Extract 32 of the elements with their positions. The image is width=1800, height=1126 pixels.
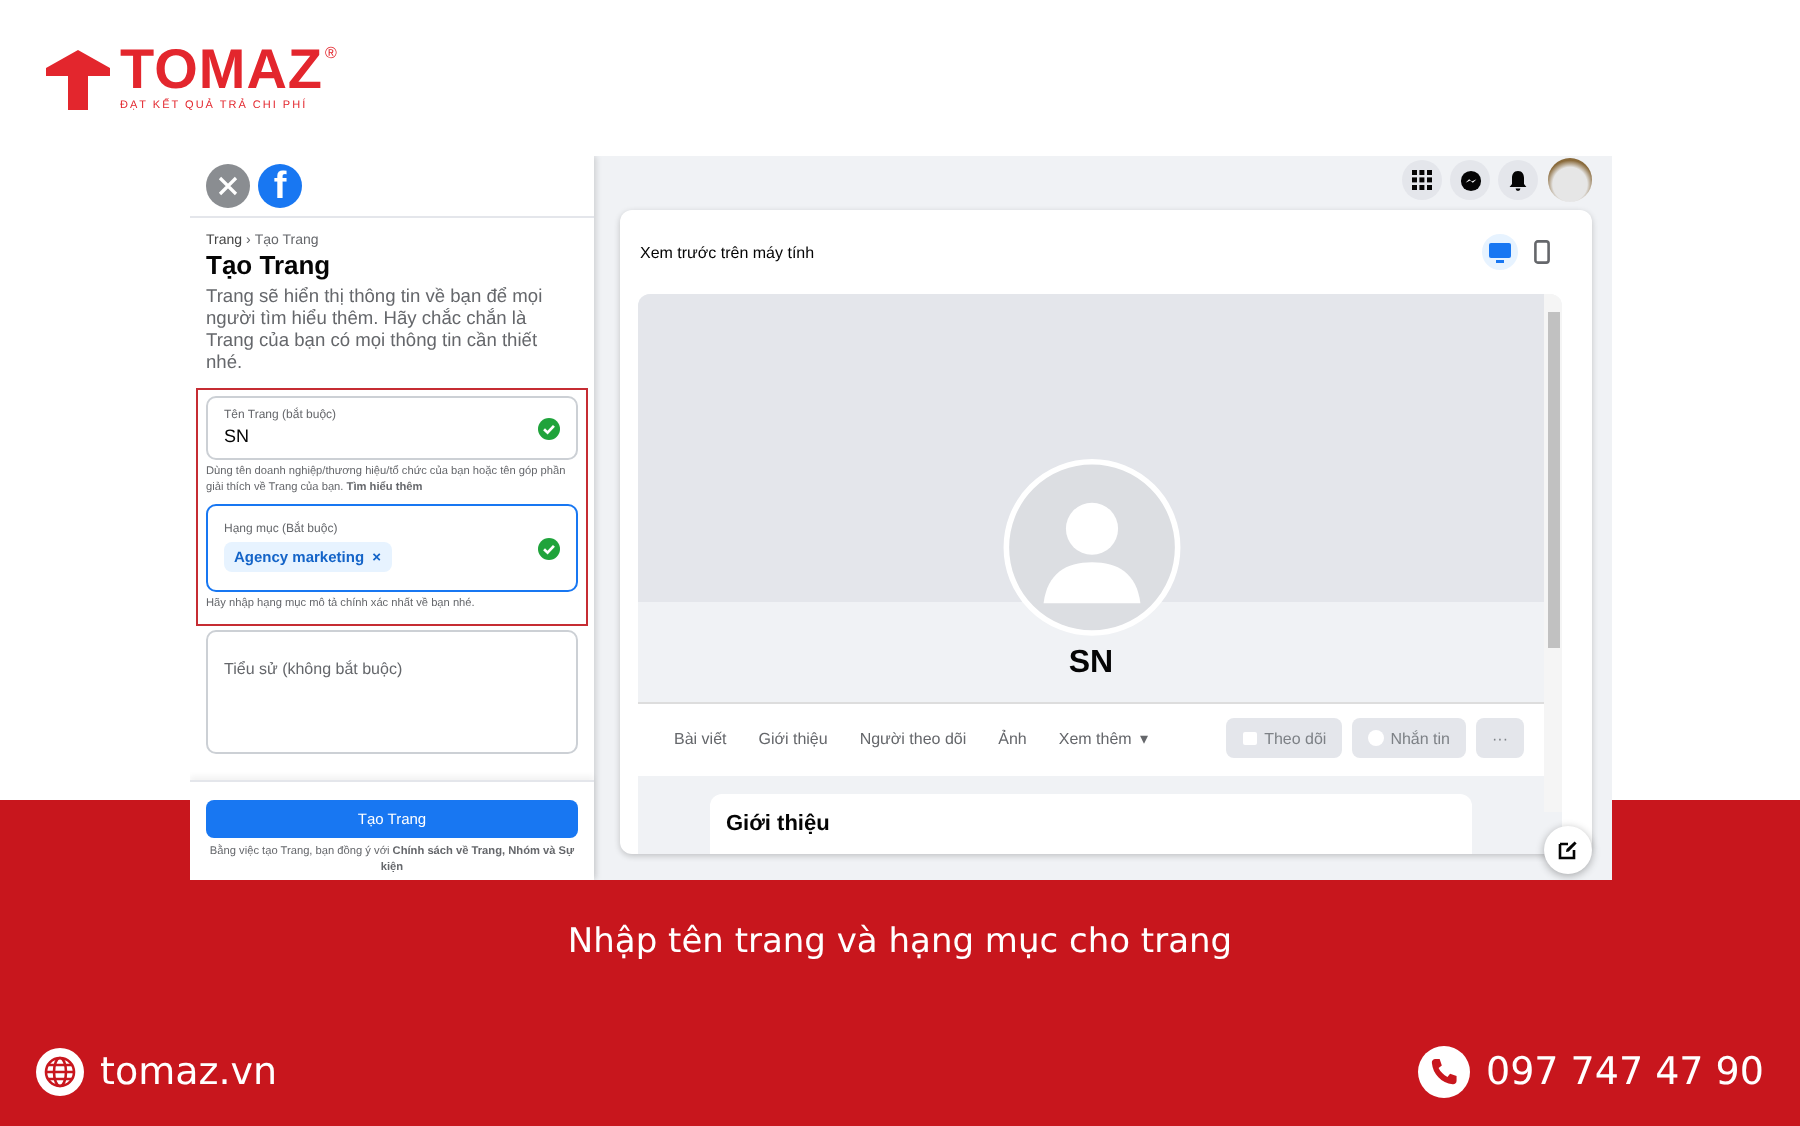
edit-icon (1558, 840, 1578, 860)
profile-tab[interactable]: Xem thêm ▾ (1042, 729, 1164, 747)
globe-icon (36, 1048, 84, 1096)
registered-mark: ® (325, 44, 337, 62)
notifications-bell-icon[interactable] (1498, 160, 1538, 200)
phone-number: 097 747 47 90 (1485, 1050, 1764, 1094)
close-icon (218, 176, 238, 196)
profile-tab[interactable]: Ảnh (982, 729, 1043, 747)
caption-text: Nhập tên trang và hạng mục cho trang (567, 922, 1233, 962)
account-avatar[interactable] (1548, 158, 1592, 202)
apps-grid-icon[interactable] (1402, 160, 1442, 200)
brand-name: TOMAZ (120, 44, 324, 96)
scrollbar[interactable] (1544, 294, 1562, 812)
facebook-logo: f (258, 164, 302, 208)
edit-button[interactable] (1544, 826, 1592, 874)
panel-description: Trang sẽ hiển thị thông tin về bạn để mọi người tìm hiểu thêm. Hãy chắc chắn là Trang của bạn có mọi thông tin cần thiết nhé. (206, 286, 545, 374)
profile-tab[interactable]: Giới thiệu (742, 729, 844, 747)
close-button[interactable] (206, 164, 250, 208)
page-name: SN (1068, 646, 1114, 682)
preview-title: Xem trước trên máy tính (640, 243, 815, 261)
panel-title: Tạo Trang (206, 250, 333, 280)
messenger-icon[interactable] (1450, 160, 1490, 200)
profile-tab[interactable]: Người theo dõi (843, 729, 983, 747)
section-title: Giới thiệu (726, 812, 830, 836)
house-logo-icon (44, 48, 112, 112)
messenger-icon (1368, 730, 1385, 746)
desktop-icon[interactable] (1482, 234, 1518, 270)
phone-icon (1417, 1046, 1470, 1098)
lock-icon (1242, 730, 1259, 746)
bio-textarea[interactable]: Tiểu sử (không bắt buộc) (206, 630, 578, 754)
profile-tab[interactable]: Bài viết (658, 729, 743, 747)
website-text: tomaz.vn (100, 1050, 278, 1094)
